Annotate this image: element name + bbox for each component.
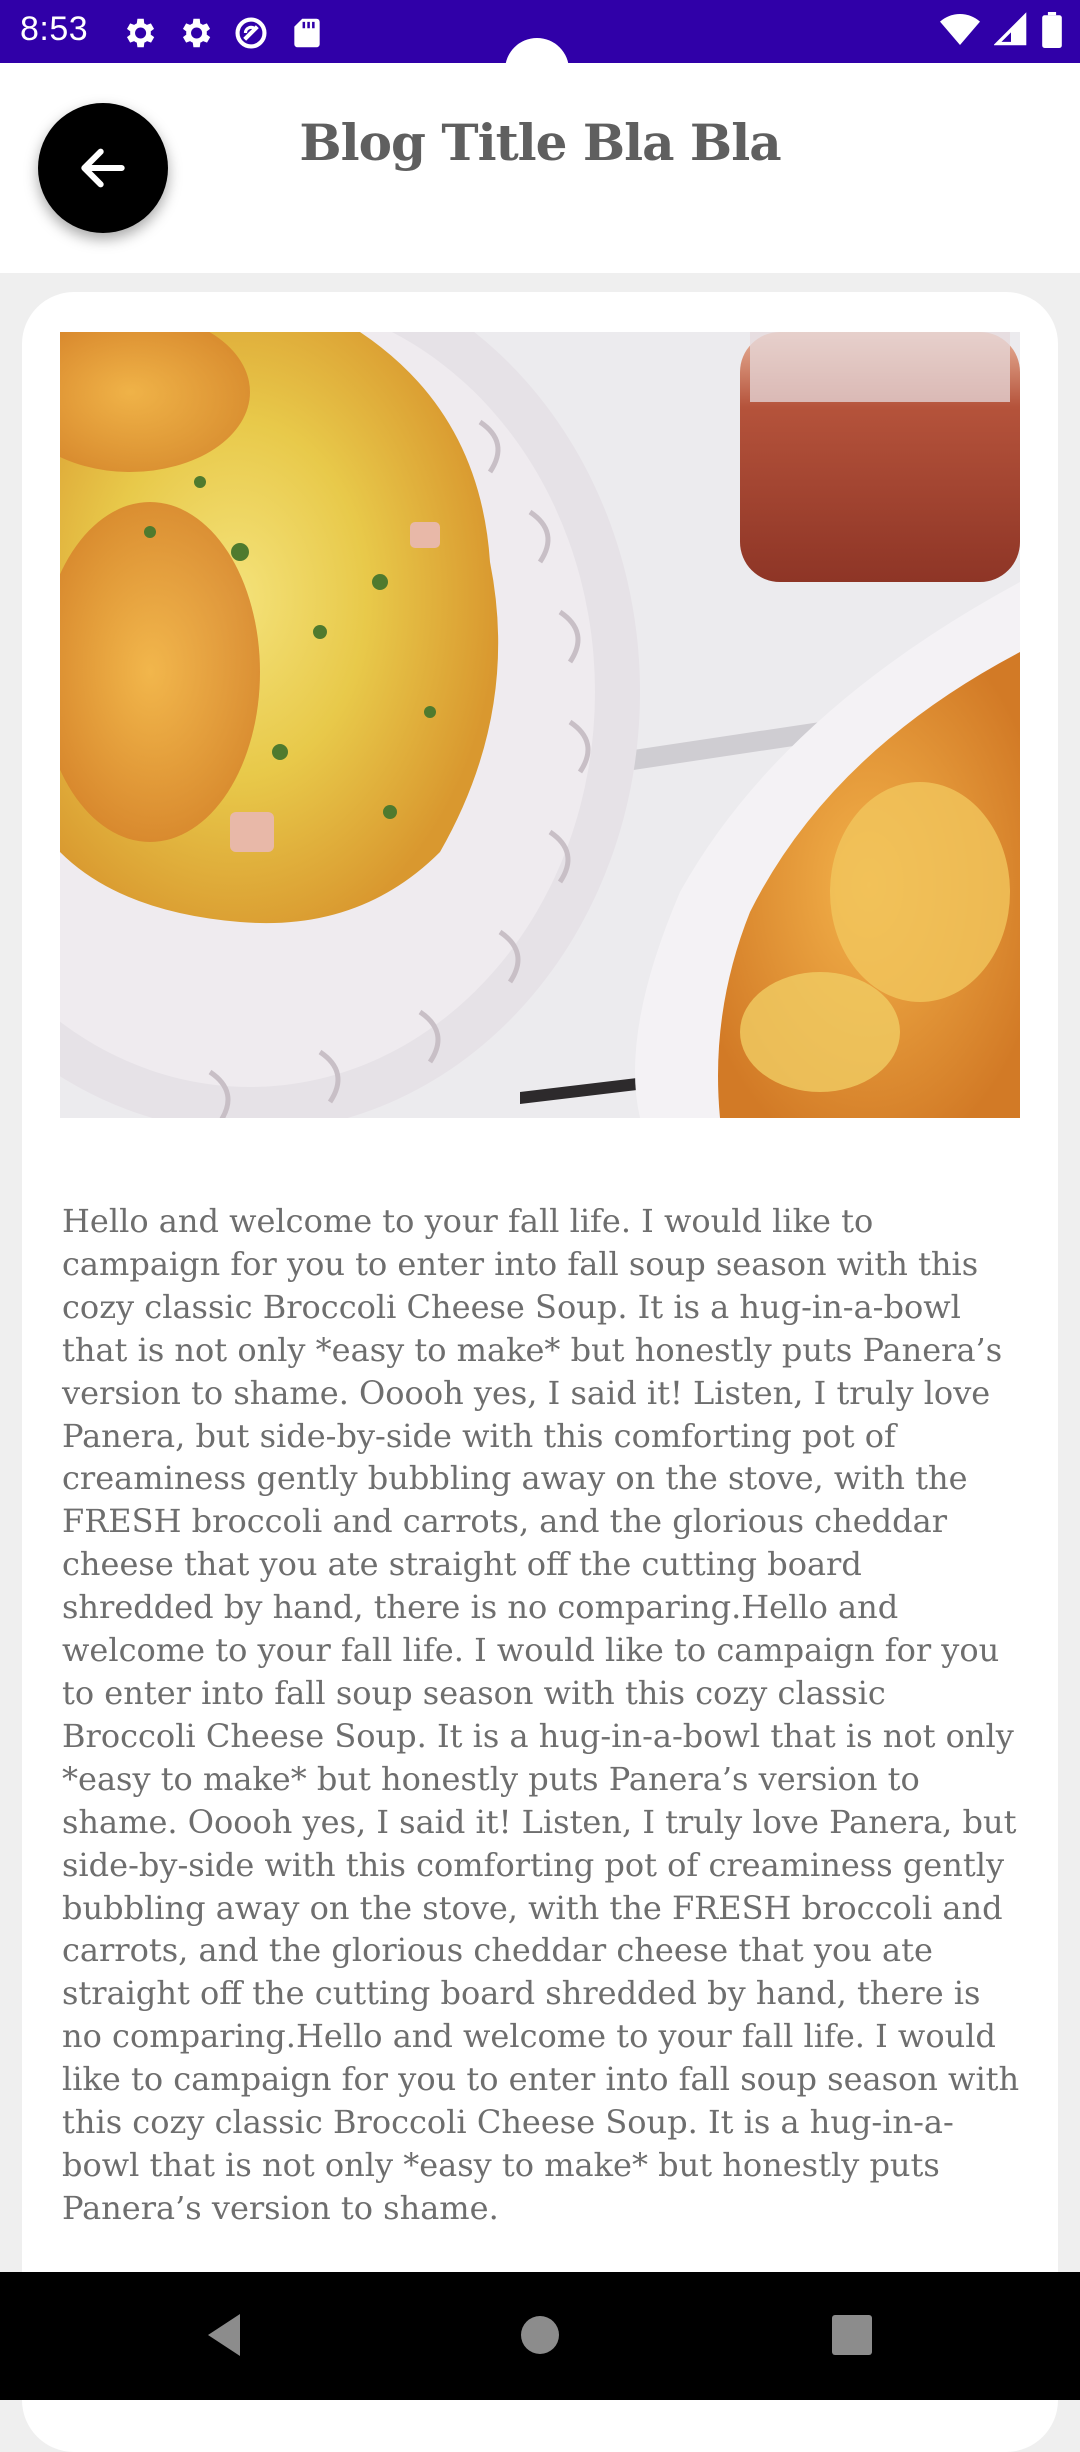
do-not-disturb-icon xyxy=(235,17,267,49)
sd-card-icon xyxy=(294,18,320,48)
article-body: Hello and welcome to your fall life. I w… xyxy=(62,1202,1020,2227)
back-nav-icon[interactable] xyxy=(200,2308,250,2362)
home-nav-icon[interactable] xyxy=(518,2308,562,2362)
cell-signal-icon xyxy=(994,12,1027,46)
status-notification-icons xyxy=(120,14,326,52)
battery-icon xyxy=(1042,12,1062,48)
status-system-icons xyxy=(940,12,1062,48)
recents-nav-icon[interactable] xyxy=(830,2308,874,2362)
blog-card: Hello and welcome to your fall life. I w… xyxy=(22,292,1058,2452)
settings-icon xyxy=(182,18,211,48)
food-photo-illustration xyxy=(60,332,1020,1118)
status-time: 8:53 xyxy=(20,10,89,48)
status-bar: 8:53 xyxy=(0,0,1080,78)
app-header: Blog Title Bla Bla xyxy=(0,63,1080,273)
settings-icon xyxy=(126,18,155,48)
wifi-icon xyxy=(940,14,980,45)
page-title: Blog Title Bla Bla xyxy=(299,113,781,172)
system-nav-bar xyxy=(0,2272,1080,2400)
food-photo xyxy=(60,332,1020,1118)
